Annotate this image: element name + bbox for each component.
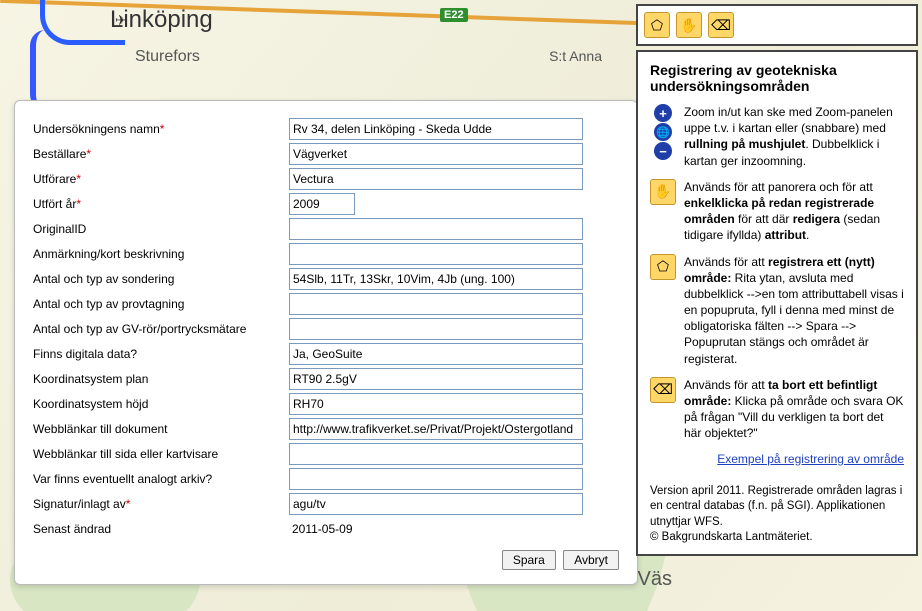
- road-badge-e22: E22: [440, 8, 468, 22]
- field-input-name[interactable]: [289, 118, 583, 140]
- field-label-analog: Var finns eventuellt analogt arkiv?: [33, 472, 289, 486]
- map-label-stanna: S:t Anna: [549, 48, 602, 64]
- field-input-origid[interactable]: [289, 218, 583, 240]
- field-label-performer: Utförare*: [33, 172, 289, 186]
- field-input-prov[interactable]: [289, 293, 583, 315]
- field-input-analog[interactable]: [289, 468, 583, 490]
- help-draw-text: Används för att registrera ett (nytt) om…: [684, 254, 904, 367]
- field-label-name: Undersökningens namn*: [33, 122, 289, 136]
- save-button[interactable]: Spara: [502, 550, 556, 570]
- field-input-sign[interactable]: [289, 493, 583, 515]
- field-input-sond[interactable]: [289, 268, 583, 290]
- help-pan-text: Används för att panorera och för att enk…: [684, 179, 904, 244]
- field-input-gv[interactable]: [289, 318, 583, 340]
- field-label-origid: OriginalID: [33, 222, 289, 236]
- map-label-linkoping: Linköping: [110, 6, 213, 34]
- help-erase-text: Används för att ta bort ett befintligt o…: [684, 377, 904, 442]
- field-input-coord_h[interactable]: [289, 393, 583, 415]
- polygon-icon: ⬠: [650, 254, 676, 280]
- erase-icon: ⌫: [650, 377, 676, 403]
- tool-pan[interactable]: ✋: [676, 12, 702, 38]
- field-label-coord_plan: Koordinatsystem plan: [33, 372, 289, 386]
- zoom-in-icon: +: [654, 104, 672, 122]
- field-label-prov: Antal och typ av provtagning: [33, 297, 289, 311]
- field-label-year: Utfört år*: [33, 197, 289, 211]
- field-input-note[interactable]: [289, 243, 583, 265]
- attribute-popup: Undersökningens namn* Beställare* Utförare…: [14, 100, 638, 585]
- field-input-client[interactable]: [289, 143, 583, 165]
- globe-icon: 🌐: [654, 123, 672, 141]
- field-input-digital[interactable]: [289, 343, 583, 365]
- map-route-highlight: [30, 30, 61, 110]
- field-input-link_doc[interactable]: [289, 418, 583, 440]
- zoom-out-icon: −: [654, 142, 672, 160]
- field-label-note: Anmärkning/kort beskrivning: [33, 247, 289, 261]
- field-input-coord_plan[interactable]: [289, 368, 583, 390]
- field-label-link_map: Webblänkar till sida eller kartvisare: [33, 447, 289, 461]
- field-input-year[interactable]: [289, 193, 355, 215]
- field-label-coord_h: Koordinatsystem höjd: [33, 397, 289, 411]
- last-changed-value: 2011-05-09: [289, 520, 356, 538]
- help-panel: Registrering av geotekniska undersökning…: [636, 50, 918, 478]
- last-changed-label: Senast ändrad: [33, 522, 289, 536]
- map-label-sturefors: Sturefors: [135, 48, 200, 66]
- tool-erase[interactable]: ⌫: [708, 12, 734, 38]
- hand-icon: ✋: [650, 179, 676, 205]
- field-label-gv: Antal och typ av GV-rör/portrycksmätare: [33, 322, 289, 336]
- field-label-sond: Antal och typ av sondering: [33, 272, 289, 286]
- map-toolbar: ⬠ ✋ ⌫: [636, 4, 918, 46]
- footer-text: Version april 2011. Registrerade områden…: [636, 476, 918, 556]
- tool-draw-polygon[interactable]: ⬠: [644, 12, 670, 38]
- field-label-link_doc: Webblänkar till dokument: [33, 422, 289, 436]
- field-input-link_map[interactable]: [289, 443, 583, 465]
- field-label-sign: Signatur/inlagt av*: [33, 497, 289, 511]
- field-label-digital: Finns digitala data?: [33, 347, 289, 361]
- cancel-button[interactable]: Avbryt: [563, 550, 619, 570]
- example-link[interactable]: Exempel på registrering av område: [717, 452, 904, 466]
- map-label-vas: Väs: [638, 568, 672, 591]
- field-input-performer[interactable]: [289, 168, 583, 190]
- help-title: Registrering av geotekniska undersökning…: [650, 62, 904, 94]
- field-label-client: Beställare*: [33, 147, 289, 161]
- zoom-control-icon: + 🌐 −: [650, 104, 676, 169]
- help-zoom-text: Zoom in/ut kan ske med Zoom-panelen uppe…: [684, 104, 904, 169]
